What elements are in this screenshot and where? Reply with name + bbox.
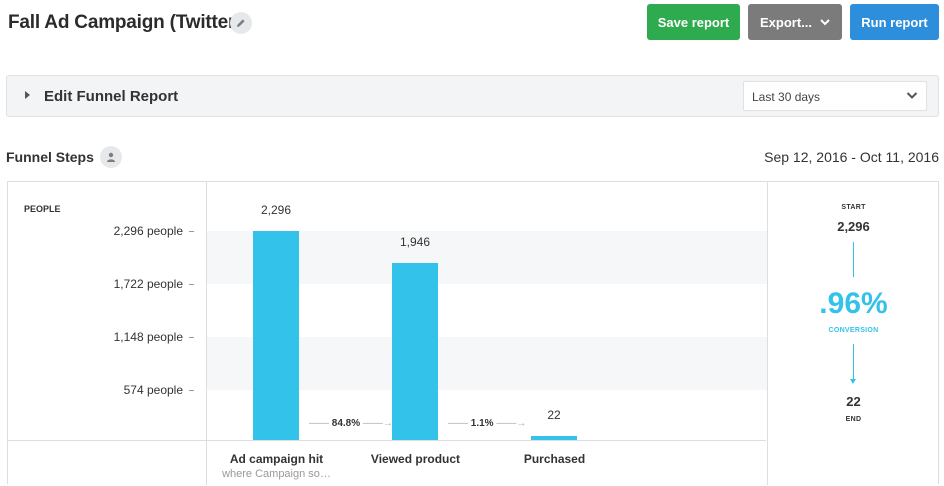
bar-value-label: 1,946	[399, 234, 431, 249]
bar-ad-campaign-hit[interactable]	[253, 231, 299, 440]
y-tick-label: 1,148 people	[114, 330, 194, 344]
date-range-text: Sep 12, 2016 - Oct 11, 2016	[764, 149, 939, 165]
arrow-down-icon	[850, 379, 856, 384]
step-labels-row: Ad campaign hit where Campaign so… Viewe…	[207, 440, 766, 485]
step-row-spacer	[8, 440, 207, 485]
edit-funnel-label: Edit Funnel Report	[44, 88, 179, 105]
date-range-select[interactable]: Last 30 days	[743, 81, 927, 111]
step-conversion-value: 84.8%	[331, 418, 361, 429]
step-conversion-2: —— 1.1% ——→	[448, 418, 526, 429]
arrow-icon: ——	[448, 418, 471, 429]
date-range-value: Last 30 days	[752, 90, 821, 104]
y-tick-label: 574 people	[124, 383, 194, 397]
chevron-down-icon	[906, 92, 918, 99]
conversion-summary: START 2,296 .96% CONVERSION 22 END	[767, 182, 939, 485]
export-label: Export...	[759, 14, 812, 30]
edit-funnel-panel[interactable]: Edit Funnel Report Last 30 days	[6, 75, 939, 117]
funnel-chart: PEOPLE 2,296 people 1,722 people 1,148 p…	[7, 181, 939, 485]
step-conversion-1: —— 84.8% ——→	[309, 418, 393, 429]
run-report-label: Run report	[861, 14, 928, 30]
y-axis-title: PEOPLE	[24, 204, 61, 214]
bar-value-label: 2,296	[260, 203, 292, 217]
y-axis: PEOPLE 2,296 people 1,722 people 1,148 p…	[8, 182, 207, 485]
conversion-percent: .96%	[819, 287, 888, 320]
start-value: 2,296	[837, 219, 870, 234]
caret-right-icon	[25, 91, 30, 99]
arrow-icon: ——→	[493, 418, 527, 429]
step-name: Viewed product	[370, 452, 461, 466]
step-conversion-value: 1.1%	[470, 418, 494, 429]
start-caption: START	[841, 204, 866, 211]
y-tick-label: 1,722 people	[114, 277, 194, 291]
step-purchased[interactable]: Purchased	[485, 441, 624, 486]
bar-viewed-product[interactable]	[392, 262, 438, 440]
edit-title-button[interactable]	[230, 12, 252, 34]
y-tick-label: 2,296 people	[114, 224, 194, 238]
save-report-label: Save report	[657, 14, 730, 30]
end-value: 22	[846, 394, 861, 409]
step-filter: where Campaign so…	[222, 468, 331, 480]
export-button[interactable]: Export...	[748, 4, 842, 40]
step-name: Purchased	[523, 452, 586, 466]
conversion-caption: CONVERSION	[828, 327, 879, 334]
chevron-down-icon	[820, 19, 830, 26]
arrow-icon: ——→	[360, 418, 393, 429]
bar-plot-area: 2,296 1,946 22 —— 84.8% ——→ —— 1.1% ——→ …	[207, 182, 767, 485]
segment-button[interactable]	[100, 146, 122, 168]
save-report-button[interactable]: Save report	[647, 4, 740, 40]
report-title: Fall Ad Campaign (Twitter)	[8, 12, 242, 33]
step-ad-campaign-hit[interactable]: Ad campaign hit where Campaign so…	[207, 441, 346, 486]
step-name: Ad campaign hit	[229, 452, 324, 466]
end-caption: END	[845, 416, 862, 423]
pencil-icon	[237, 19, 245, 27]
step-viewed-product[interactable]: Viewed product	[346, 441, 485, 486]
connector-line	[853, 242, 854, 277]
person-icon	[107, 152, 115, 162]
funnel-steps-title: Funnel Steps	[6, 149, 94, 165]
arrow-icon: ——	[309, 418, 332, 429]
run-report-button[interactable]: Run report	[850, 4, 939, 40]
connector-line	[853, 344, 854, 380]
report-header: Fall Ad Campaign (Twitter) Save report E…	[0, 0, 944, 48]
